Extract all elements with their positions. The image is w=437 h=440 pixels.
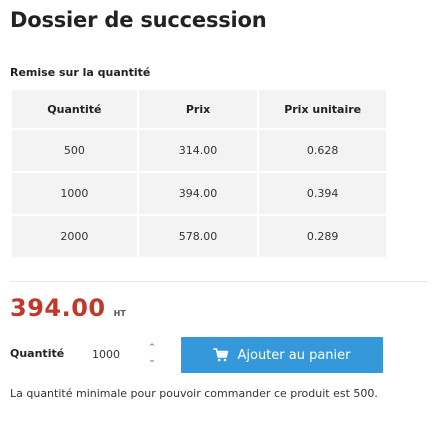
cell-price: 394.00 (138, 173, 258, 214)
cell-quantity: 2000 (12, 216, 137, 257)
table-header-row: Quantité Prix Prix unitaire (12, 90, 386, 128)
cell-price: 578.00 (138, 216, 258, 257)
cell-unit-price: 0.628 (259, 130, 386, 171)
quantity-label: Quantité (10, 347, 65, 360)
minimum-quantity-note: La quantité minimale pour pouvoir comman… (10, 387, 378, 400)
cell-quantity: 1000 (12, 173, 137, 214)
tax-label: HT (113, 309, 126, 318)
discount-section-title: Remise sur la quantité (10, 66, 151, 79)
section-divider (10, 281, 428, 282)
table-row: 1000 394.00 0.394 (12, 173, 386, 214)
add-to-cart-button[interactable]: Ajouter au panier (181, 337, 383, 373)
cell-unit-price: 0.394 (259, 173, 386, 214)
column-header-price: Prix (138, 90, 258, 128)
column-header-quantity: Quantité (12, 90, 137, 128)
price-display: 394.00 HT (10, 294, 126, 322)
chevron-up-icon[interactable]: ⌃ (148, 342, 156, 354)
chevron-down-icon[interactable]: ⌄ (148, 354, 156, 366)
quantity-stepper: ⌃ ⌄ (82, 337, 164, 371)
quantity-input[interactable] (82, 337, 142, 371)
cell-quantity: 500 (12, 130, 137, 171)
add-to-cart-label: Ajouter au panier (237, 347, 351, 363)
product-price: 394.00 (10, 294, 106, 322)
page-title: Dossier de succession (10, 8, 267, 32)
cell-price: 314.00 (138, 130, 258, 171)
table-row: 500 314.00 0.628 (12, 130, 386, 171)
quantity-discount-table: Quantité Prix Prix unitaire 500 314.00 0… (10, 88, 388, 259)
table-row: 2000 578.00 0.289 (12, 216, 386, 257)
column-header-unit-price: Prix unitaire (259, 90, 386, 128)
stepper-controls: ⌃ ⌄ (144, 342, 160, 366)
cart-icon (213, 347, 229, 363)
cell-unit-price: 0.289 (259, 216, 386, 257)
